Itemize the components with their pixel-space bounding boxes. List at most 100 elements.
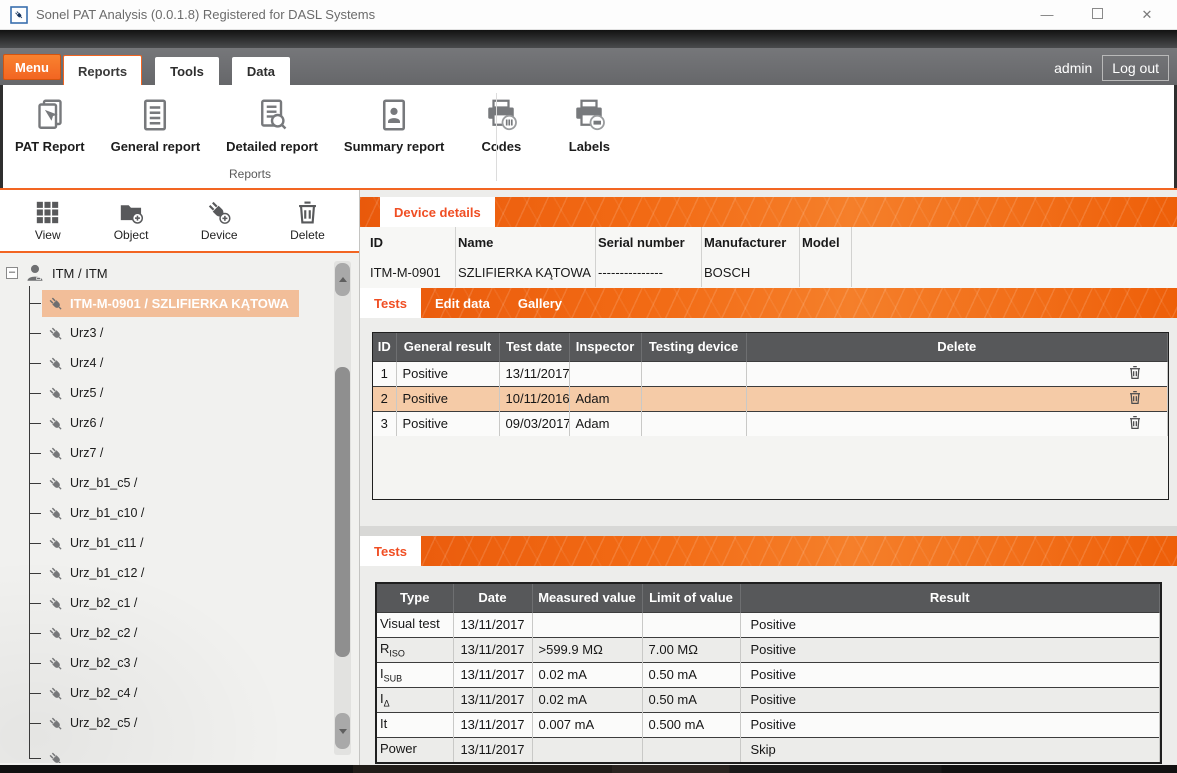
tab-tests[interactable]: Tests [360, 288, 421, 318]
plug-icon [46, 384, 65, 403]
trash-icon [1127, 388, 1143, 407]
plug-icon [46, 624, 65, 643]
delete-test-button[interactable] [1127, 363, 1143, 385]
device-details-tab[interactable]: Device details [380, 197, 495, 227]
detail-row: ISUB 13/11/2017 0.02 mA 0.50 mA Positive [377, 662, 1160, 687]
plug-icon [46, 294, 65, 313]
test-details-tab[interactable]: Tests [360, 536, 421, 566]
test-row-selected[interactable]: 2 Positive 10/11/2016 Adam [373, 386, 1168, 411]
titlebar-shadow-strip [0, 30, 1177, 48]
delete-test-button[interactable] [1127, 413, 1143, 435]
plug-icon [46, 749, 65, 764]
tree-item-selected[interactable]: ITM-M-0901 / SZLIFIERKA KĄTOWA [0, 288, 359, 318]
summary-report-icon [376, 97, 412, 133]
minimize-icon[interactable]: — [1039, 7, 1055, 22]
detail-row: IΔ 13/11/2017 0.02 mA 0.50 mA Positive [377, 687, 1160, 712]
test-row[interactable]: 1 Positive 13/11/2017 [373, 361, 1168, 386]
trash-icon [1127, 363, 1143, 382]
codes-printer-icon [483, 97, 519, 133]
col-inspector: Inspector [569, 333, 641, 361]
delete-button[interactable]: Delete [290, 199, 325, 242]
device-col-manufacturer: Manufacturer [702, 227, 800, 257]
col-delete: Delete [746, 333, 1168, 361]
pat-report-button[interactable]: PAT Report [15, 97, 85, 154]
detail-row: It 13/11/2017 0.007 mA 0.500 mA Positive [377, 712, 1160, 737]
test-details-panel: Type Date Measured value Limit of value … [360, 582, 1177, 773]
tree-item[interactable]: Urz_b1_c5 / [0, 468, 359, 498]
plug-icon [46, 504, 65, 523]
plug-icon [46, 534, 65, 553]
device-info-grid: ID Name Serial number Manufacturer Model… [360, 227, 1177, 288]
add-device-button[interactable]: Device [201, 199, 238, 242]
scrollbar-thumb[interactable] [335, 367, 350, 657]
logged-user-label: admin [1054, 60, 1092, 76]
tree-item[interactable]: Urz_b2_c2 / [0, 618, 359, 648]
tree-item[interactable]: Urz5 / [0, 378, 359, 408]
menu-button[interactable]: Menu [3, 54, 61, 80]
tree-scrollbar[interactable] [334, 261, 351, 755]
tab-gallery[interactable]: Gallery [504, 288, 576, 318]
tab-reports[interactable]: Reports [63, 55, 142, 85]
trash-icon [294, 199, 321, 226]
tests-table-frame: ID General result Test date Inspector Te… [372, 332, 1169, 500]
col-testing-device: Testing device [641, 333, 746, 361]
tree-item[interactable]: Urz_b2_c4 / [0, 678, 359, 708]
col-measured-value: Measured value [532, 584, 642, 612]
plug-icon [46, 474, 65, 493]
close-icon[interactable]: ✕ [1139, 7, 1155, 23]
app-window: Sonel PAT Analysis (0.0.1.8) Registered … [0, 0, 1177, 773]
scroll-up-button[interactable] [335, 263, 350, 296]
device-details-panel: Device details ID Name Serial number Man… [360, 190, 1177, 765]
tab-edit-data[interactable]: Edit data [421, 288, 504, 318]
summary-report-button[interactable]: Summary report [344, 97, 444, 154]
test-row[interactable]: 3 Positive 09/03/2017 Adam [373, 411, 1168, 436]
tree-item[interactable]: Urz_b1_c11 / [0, 528, 359, 558]
tab-data[interactable]: Data [232, 57, 290, 85]
test-details-table-frame: Type Date Measured value Limit of value … [375, 582, 1162, 764]
labels-button[interactable]: Labels [558, 97, 620, 154]
tree-item[interactable]: Urz3 / [0, 318, 359, 348]
test-details-header-bar: Tests [360, 536, 1177, 566]
plug-icon [46, 324, 65, 343]
tree-item[interactable]: Urz_b1_c10 / [0, 498, 359, 528]
menu-bar: Menu Reports Tools Data admin Log out [0, 48, 1177, 85]
tree-item[interactable]: Urz_b2_c5 / [0, 708, 359, 738]
detail-row: Visual test 13/11/2017 Positive [377, 612, 1160, 637]
tree-item-partial[interactable] [0, 743, 359, 763]
scroll-down-button[interactable] [335, 713, 350, 749]
col-general-result: General result [396, 333, 499, 361]
tree-item[interactable]: Urz_b2_c3 / [0, 648, 359, 678]
delete-test-button[interactable] [1127, 388, 1143, 410]
detail-row: RISO 13/11/2017 >599.9 MΩ 7.00 MΩ Positi… [377, 637, 1160, 662]
tree-item[interactable]: Urz_b1_c12 / [0, 558, 359, 588]
tree-toolbar: View Object Device Delete [0, 190, 359, 253]
maximize-icon[interactable] [1092, 8, 1103, 19]
plug-icon [46, 414, 65, 433]
detailed-report-button[interactable]: Detailed report [226, 97, 318, 154]
title-bar: Sonel PAT Analysis (0.0.1.8) Registered … [0, 0, 1177, 30]
col-type: Type [377, 584, 453, 612]
tree-item[interactable]: Urz6 / [0, 408, 359, 438]
detail-row: Power 13/11/2017 Skip [377, 737, 1160, 762]
col-result: Result [740, 584, 1160, 612]
tree-item[interactable]: Urz_b2_c1 / [0, 588, 359, 618]
col-id: ID [373, 333, 396, 361]
grid-view-icon [34, 199, 61, 226]
tree-collapse-icon[interactable]: – [6, 267, 18, 279]
tree-root-item[interactable]: – ITM / ITM [0, 258, 359, 288]
folder-add-icon [118, 199, 145, 226]
plug-icon [46, 594, 65, 613]
add-object-button[interactable]: Object [114, 199, 149, 242]
pat-report-icon [32, 97, 68, 133]
background-window-strip [0, 765, 1177, 773]
tab-tools[interactable]: Tools [155, 57, 219, 85]
codes-button[interactable]: Codes [470, 97, 532, 154]
general-report-button[interactable]: General report [111, 97, 201, 154]
logout-button[interactable]: Log out [1102, 55, 1169, 81]
device-col-id: ID [368, 227, 456, 257]
device-serial-value: --------------- [596, 257, 702, 287]
view-button[interactable]: View [34, 199, 61, 242]
tree-item[interactable]: Urz7 / [0, 438, 359, 468]
col-date: Date [453, 584, 532, 612]
tree-item[interactable]: Urz4 / [0, 348, 359, 378]
